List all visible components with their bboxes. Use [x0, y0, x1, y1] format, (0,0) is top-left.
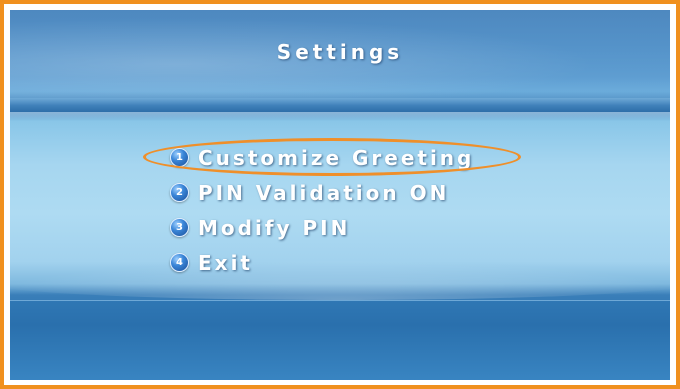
menu-item-exit[interactable]: 4 Exit	[170, 245, 474, 280]
menu-item-label: PIN Validation ON	[198, 180, 450, 205]
header-divider-highlight	[10, 112, 670, 120]
settings-menu: 1 Customize Greeting 2 PIN Validation ON…	[170, 140, 474, 280]
page-title: Settings	[276, 40, 404, 64]
number-two-icon: 2	[170, 183, 189, 202]
menu-item-label: Customize Greeting	[198, 145, 475, 170]
menu-item-label: Exit	[198, 250, 253, 275]
menu-item-pin-validation[interactable]: 2 PIN Validation ON	[170, 175, 474, 210]
settings-screen: Settings 1 Customize Greeting 2 PIN Vali…	[10, 10, 670, 380]
screenshot-frame: Settings 1 Customize Greeting 2 PIN Vali…	[0, 0, 680, 389]
menu-item-label: Modify PIN	[198, 215, 351, 240]
number-three-icon: 3	[170, 218, 189, 237]
footer-band	[10, 300, 670, 380]
header-divider-band	[10, 98, 670, 112]
menu-item-customize-greeting[interactable]: 1 Customize Greeting	[170, 140, 474, 175]
number-one-icon: 1	[170, 148, 189, 167]
menu-item-modify-pin[interactable]: 3 Modify PIN	[170, 210, 474, 245]
number-four-icon: 4	[170, 253, 189, 272]
